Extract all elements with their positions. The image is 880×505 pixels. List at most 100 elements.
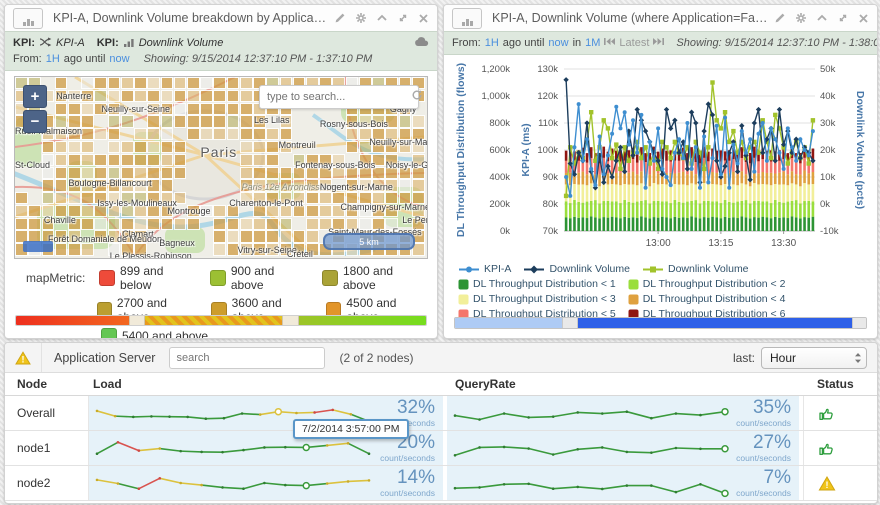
now-link[interactable]: now — [109, 53, 129, 65]
map-grid-cell[interactable] — [173, 140, 187, 154]
map-grid-cell[interactable] — [411, 115, 425, 128]
map-grid-cell[interactable] — [67, 153, 81, 167]
map-grid-cell[interactable] — [239, 166, 253, 179]
map-grid-cell[interactable] — [239, 230, 253, 243]
scrollbar-handle-right[interactable] — [851, 318, 866, 328]
from-link[interactable]: 1H — [46, 53, 60, 65]
map-grid-cell[interactable] — [120, 153, 134, 167]
map-grid-cell[interactable] — [160, 166, 174, 179]
timeseries-chart[interactable]: 0k 70k -10k 200k 80k 0k 400k 90k 10k 600k 100k 20k 8… — [451, 61, 870, 261]
map-grid-cell[interactable] — [253, 230, 266, 243]
map-grid-cell[interactable] — [107, 128, 121, 141]
map-grid-cell[interactable] — [107, 166, 121, 179]
map-grid-cell[interactable] — [15, 204, 28, 218]
map-grid-cell[interactable] — [239, 102, 253, 116]
table-row[interactable]: node2 14% count/seconds 7% count/seconds! — [5, 466, 877, 501]
map-grid-cell[interactable] — [134, 153, 147, 167]
map-grid-cell[interactable] — [200, 77, 213, 90]
map-grid-cell[interactable] — [81, 192, 94, 205]
map-grid-cell[interactable] — [67, 166, 81, 179]
table-row[interactable]: Overall 32% count/seconds35%count/seconds — [5, 396, 877, 431]
map-grid-cell[interactable] — [67, 192, 81, 205]
map-legend-item[interactable]: 1800 and above — [322, 264, 427, 292]
map-search-input[interactable] — [265, 90, 411, 104]
cloud-download-icon[interactable] — [414, 36, 429, 50]
resize-icon[interactable] — [837, 12, 849, 24]
now-link[interactable]: now — [548, 37, 568, 49]
map-legend-item[interactable]: 899 and below — [99, 264, 196, 292]
map-grid-cell[interactable] — [239, 77, 253, 90]
map-grid-cell[interactable] — [120, 115, 134, 128]
map-grid-cell[interactable] — [147, 89, 161, 103]
map-grid-cell[interactable] — [81, 102, 94, 116]
map-grid-cell[interactable] — [398, 115, 412, 128]
map-grid-cell[interactable] — [120, 77, 134, 90]
map-grid-cell[interactable] — [160, 217, 174, 231]
map-grid-cell[interactable] — [94, 217, 108, 231]
close-icon[interactable] — [858, 13, 869, 24]
map-grid-cell[interactable] — [266, 230, 280, 243]
map-grid-cell[interactable] — [213, 115, 227, 128]
map-grid-cell[interactable] — [120, 166, 134, 179]
map-grid-cell[interactable] — [279, 230, 293, 243]
map-grid-cell[interactable] — [200, 89, 213, 103]
map-grid-cell[interactable] — [81, 115, 94, 128]
map-grid-cell[interactable] — [107, 140, 121, 154]
map-grid-cell[interactable] — [173, 166, 187, 179]
map-grid-cell[interactable] — [54, 102, 68, 116]
map-grid-cell[interactable] — [239, 89, 253, 103]
map-grid-cell[interactable] — [213, 230, 227, 243]
map-grid-cell[interactable] — [213, 243, 227, 256]
map-grid-cell[interactable] — [213, 217, 227, 231]
kpi2-value[interactable]: Downlink Volume — [139, 37, 224, 49]
map-grid-cell[interactable] — [147, 128, 161, 141]
map-grid-cell[interactable] — [266, 153, 280, 167]
map-grid-cell[interactable] — [147, 77, 161, 90]
map-grid-cell[interactable] — [266, 217, 280, 231]
column-header-status[interactable]: Status — [803, 377, 877, 391]
chart-legend-item[interactable]: DL Throughput Distribution < 3 — [458, 293, 616, 306]
map-grid-cell[interactable] — [279, 217, 293, 231]
map-grid-cell[interactable] — [94, 153, 108, 167]
scrollbar-handle-left[interactable] — [561, 318, 579, 328]
map-grid-cell[interactable] — [239, 115, 253, 128]
map-grid-cell[interactable] — [226, 230, 240, 243]
skip-forward-icon[interactable] — [653, 37, 665, 49]
map-grid-cell[interactable] — [213, 128, 227, 141]
map-grid-cell[interactable] — [28, 217, 41, 231]
map-grid-cell[interactable] — [134, 217, 147, 231]
map-grid-cell[interactable] — [186, 89, 200, 103]
map-grid-cell[interactable] — [239, 217, 253, 231]
map-grid-cell[interactable] — [147, 217, 161, 231]
map-grid-cell[interactable] — [226, 77, 240, 90]
kpi1-value[interactable]: KPI-A — [56, 37, 85, 49]
map-grid-cell[interactable] — [306, 217, 319, 231]
map-grid-cell[interactable] — [239, 140, 253, 154]
map-grid-cell[interactable] — [81, 153, 94, 167]
zoom-out-button[interactable]: − — [23, 110, 47, 133]
map-grid-cell[interactable] — [226, 128, 240, 141]
collapse-icon[interactable] — [376, 12, 388, 24]
map-grid-cell[interactable] — [81, 204, 94, 218]
map-grid-cell[interactable] — [398, 179, 412, 192]
map-grid-cell[interactable] — [54, 153, 68, 167]
map-grid-cell[interactable] — [173, 89, 187, 103]
refresh-icon[interactable] — [411, 88, 423, 106]
map-grid-cell[interactable] — [160, 153, 174, 167]
latest-label[interactable]: Latest — [619, 37, 649, 49]
map-legend-item[interactable]: 900 and above — [210, 264, 308, 292]
map-grid-cell[interactable] — [28, 204, 41, 218]
map-grid-cell[interactable] — [200, 115, 213, 128]
map-grid-cell[interactable] — [67, 243, 81, 256]
map-grid-cell[interactable] — [186, 102, 200, 116]
collapse-icon[interactable] — [816, 12, 828, 24]
gear-icon[interactable] — [355, 12, 367, 24]
map-grid-cell[interactable] — [173, 77, 187, 90]
map-grid-cell[interactable] — [107, 89, 121, 103]
map-grid-cell[interactable] — [266, 140, 280, 154]
map-grid-cell[interactable] — [266, 128, 280, 141]
chart-legend-item[interactable]: KPI-A — [458, 263, 511, 276]
map-grid-cell[interactable] — [239, 153, 253, 167]
map-grid-cell[interactable] — [81, 243, 94, 256]
time-range-scrollbar[interactable] — [454, 317, 867, 329]
